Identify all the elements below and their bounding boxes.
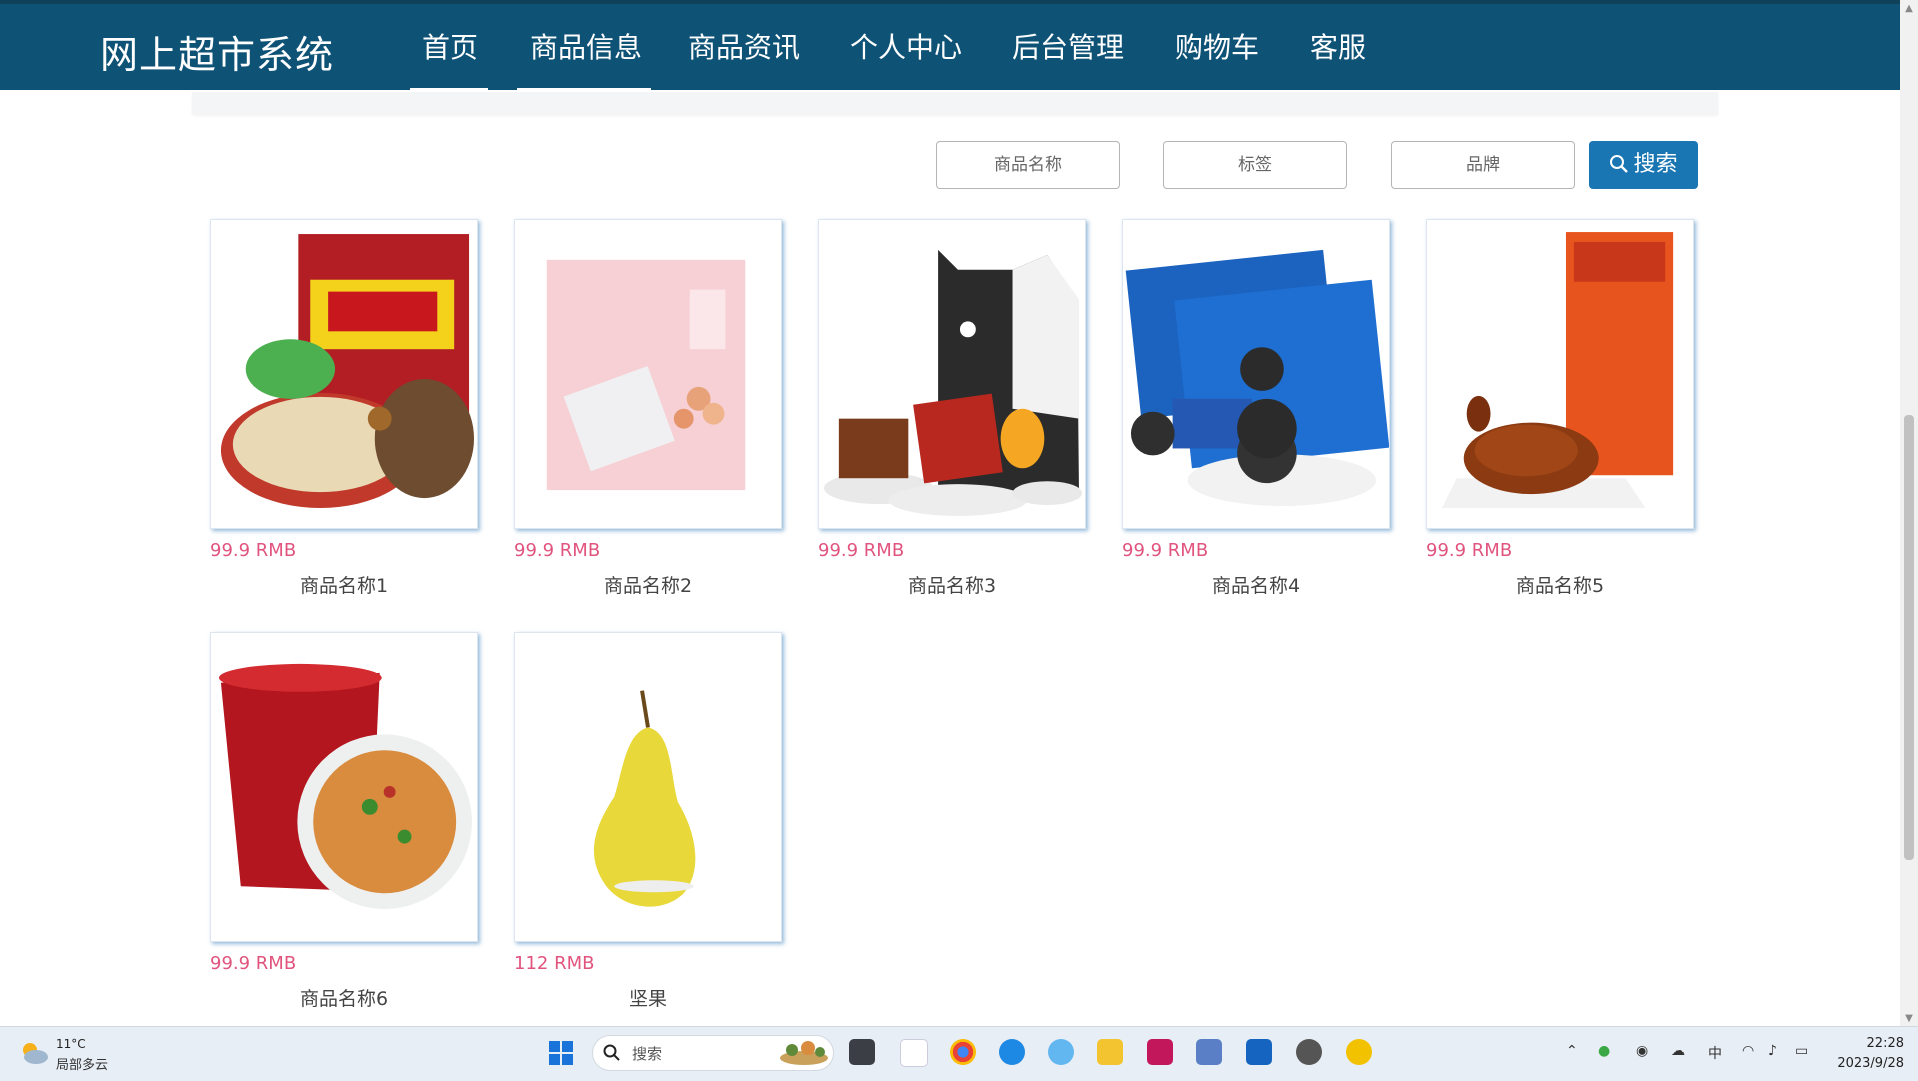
volume-icon[interactable]: ♪ xyxy=(1768,1043,1777,1059)
weather-temperature: 11°C xyxy=(56,1037,86,1051)
jetbrains-icon[interactable] xyxy=(1147,1039,1173,1065)
product-name-input[interactable]: 商品名称 xyxy=(936,141,1120,189)
task-view-icon[interactable] xyxy=(849,1039,875,1065)
instant-noodle-image xyxy=(211,633,477,941)
product-price-7: 112 RMB xyxy=(514,953,595,974)
taskbar-search-label: 搜索 xyxy=(632,1045,663,1063)
product-price-2: 99.9 RMB xyxy=(514,540,601,561)
search-highlight-icon xyxy=(780,1041,828,1065)
tag-input[interactable]: 标签 xyxy=(1163,141,1347,189)
tray-overflow-icon[interactable]: ⌃ xyxy=(1566,1043,1578,1059)
roast-duck-image xyxy=(1427,220,1693,528)
product-name-1[interactable]: 商品名称1 xyxy=(210,571,478,598)
nav-product-info[interactable]: 商品信息 xyxy=(530,26,642,66)
scroll-up-icon[interactable]: ▲ xyxy=(1902,2,1916,16)
widgets-app-icon[interactable] xyxy=(900,1039,928,1067)
snail-noodle-image xyxy=(211,220,477,528)
taskbar-search-icon xyxy=(603,1044,620,1061)
windows-start-icon[interactable] xyxy=(548,1040,574,1066)
nav-home[interactable]: 首页 xyxy=(422,26,478,66)
product-name-7[interactable]: 坚果 xyxy=(514,984,782,1011)
nav-personal-center[interactable]: 个人中心 xyxy=(850,26,962,66)
chrome-icon[interactable] xyxy=(950,1039,976,1065)
product-card-5[interactable] xyxy=(1426,219,1694,529)
snack-image xyxy=(515,220,781,528)
search-icon xyxy=(1610,155,1629,173)
product-card-4[interactable] xyxy=(1122,219,1390,529)
product-card-1[interactable] xyxy=(210,219,478,529)
search-button-label: 搜索 xyxy=(1633,152,1678,177)
app-wheel-icon[interactable] xyxy=(1296,1039,1322,1065)
product-price-3: 99.9 RMB xyxy=(818,540,905,561)
taskbar-clock[interactable]: 22:28 xyxy=(1834,1036,1904,1051)
weather-description: 局部多云 xyxy=(56,1058,109,1073)
weather-icon[interactable] xyxy=(18,1038,50,1068)
onedrive-tray-icon[interactable]: ☁ xyxy=(1671,1043,1685,1059)
file-explorer-icon[interactable] xyxy=(1097,1039,1123,1065)
site-title: 网上超市系统 xyxy=(100,33,335,77)
nav-admin[interactable]: 后台管理 xyxy=(1012,26,1124,66)
oreo-cookies-image xyxy=(1123,220,1389,528)
product-price-4: 99.9 RMB xyxy=(1122,540,1209,561)
product-price-1: 99.9 RMB xyxy=(210,540,297,561)
product-name-4[interactable]: 商品名称4 xyxy=(1122,571,1390,598)
nav-customer-service[interactable]: 客服 xyxy=(1310,26,1366,66)
product-card-2[interactable] xyxy=(514,219,782,529)
scroll-down-icon[interactable]: ▼ xyxy=(1902,1012,1916,1026)
wifi-icon[interactable]: ◠ xyxy=(1742,1043,1754,1059)
input-method-indicator[interactable]: 中 xyxy=(1708,1043,1722,1063)
nav-active-indicator-product xyxy=(517,88,651,91)
product-price-6: 99.9 RMB xyxy=(210,953,297,974)
top-navbar: 网上超市系统 首页 商品信息 商品资讯 个人中心 后台管理 购物车 客服 xyxy=(0,4,1900,91)
product-name-5[interactable]: 商品名称5 xyxy=(1426,571,1694,598)
music-app-icon[interactable] xyxy=(1346,1039,1372,1065)
notepad-icon[interactable] xyxy=(1196,1039,1222,1065)
product-name-6[interactable]: 商品名称6 xyxy=(210,984,478,1011)
nav-cart[interactable]: 购物车 xyxy=(1175,26,1259,66)
product-name-3[interactable]: 商品名称3 xyxy=(818,571,1086,598)
pear-image xyxy=(515,633,781,941)
browser-icon[interactable] xyxy=(1048,1039,1074,1065)
wechat-tray-icon[interactable]: ● xyxy=(1598,1043,1610,1059)
product-name-2[interactable]: 商品名称2 xyxy=(514,571,782,598)
battery-icon[interactable]: ▭ xyxy=(1795,1043,1808,1059)
nav-active-indicator-home xyxy=(410,88,488,91)
scrollbar-thumb[interactable] xyxy=(1904,415,1914,860)
product-price-5: 99.9 RMB xyxy=(1426,540,1513,561)
brand-input[interactable]: 品牌 xyxy=(1391,141,1575,189)
search-button[interactable]: 搜索 xyxy=(1589,141,1698,189)
app-shield-icon[interactable] xyxy=(1246,1039,1272,1065)
product-card-7[interactable] xyxy=(514,632,782,942)
product-card-3[interactable] xyxy=(818,219,1086,529)
edge-icon[interactable] xyxy=(999,1039,1025,1065)
jerky-snacks-image xyxy=(819,220,1085,528)
content-top-strip xyxy=(192,92,1718,114)
product-card-6[interactable] xyxy=(210,632,478,942)
qq-tray-icon[interactable]: ◉ xyxy=(1636,1043,1648,1059)
taskbar-date[interactable]: 2023/9/28 xyxy=(1820,1056,1904,1071)
nav-product-news[interactable]: 商品资讯 xyxy=(688,26,800,66)
